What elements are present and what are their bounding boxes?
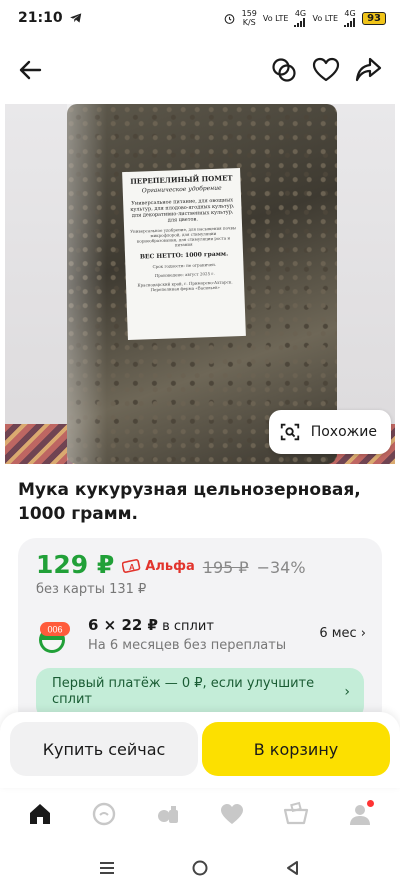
label-subtitle: Органическое удобрение	[141, 184, 222, 195]
status-bar: 21:10 159 K/S Vo LTE 4G Vo LTE 4G 93	[0, 0, 400, 36]
battery-indicator: 93	[362, 11, 386, 25]
notification-dot	[365, 798, 376, 809]
svg-text:A: A	[129, 563, 135, 572]
alarm-icon	[224, 13, 234, 24]
alfa-card-icon: A	[122, 559, 141, 573]
split-row[interactable]: 006 6 × 22 ₽ в сплит На 6 месяцев без пе…	[36, 616, 366, 662]
product-title: Мука кукурузная цельнозерновая, 1000 гра…	[18, 480, 361, 524]
action-bar: Купить сейчас В корзину	[0, 712, 400, 788]
signal-icon	[294, 18, 306, 27]
cart-icon	[283, 801, 309, 825]
arrow-left-icon[interactable]	[14, 54, 46, 86]
alfa-label: Альфа	[145, 558, 195, 574]
split-suffix: в сплит	[157, 619, 214, 634]
similar-label: Похожие	[310, 424, 377, 440]
status-time: 21:10	[18, 10, 63, 26]
tab-alice[interactable]	[84, 794, 124, 834]
sim2-label: Vo LTE	[312, 13, 339, 23]
buy-now-button[interactable]: Купить сейчас	[10, 722, 198, 776]
price-row: 129 ₽ A Альфа 195 ₽ −34%	[36, 550, 306, 579]
catalog-icon	[158, 806, 178, 823]
label-small-text: Универсальное удобрение, для насыщения п…	[130, 225, 237, 248]
heart-icon[interactable]	[310, 54, 342, 86]
add-to-cart-button[interactable]: В корзину	[202, 722, 390, 776]
chevron-right-icon: ›	[344, 684, 350, 700]
current-price: 129 ₽	[36, 550, 115, 579]
top-bar	[0, 46, 400, 94]
discount-badge: −34%	[256, 558, 306, 577]
split-title: 6 × 22 ₽ в сплит	[88, 616, 214, 634]
sim1-signal: 4G	[294, 9, 306, 27]
alfa-badge[interactable]: A Альфа	[122, 558, 195, 574]
label-storage: Срок годности: не ограничен.	[152, 261, 217, 270]
price-without-card: без карты 131 ₽	[36, 582, 147, 597]
tab-home[interactable]	[20, 794, 60, 834]
label-body: Универсальное питание, для овощных культ…	[130, 197, 235, 224]
net-speed: 159 K/S	[241, 9, 257, 27]
tab-cart[interactable]	[276, 794, 316, 834]
back-triangle-icon[interactable]	[284, 859, 302, 877]
similar-button[interactable]: Похожие	[268, 410, 391, 454]
telegram-icon	[69, 13, 81, 23]
signal-icon	[344, 18, 356, 27]
label-net-weight: ВЕС НЕТТО: 1000 грамм.	[139, 250, 229, 261]
label-address: Краснодарский край, г. Приморско-Ахтарск…	[137, 279, 233, 293]
tab-catalog[interactable]	[148, 794, 188, 834]
favorites-icon	[221, 804, 243, 824]
label-produced: Произведено: август 2025 г.	[154, 270, 215, 279]
sim1-label: Vo LTE	[262, 13, 289, 23]
tab-profile[interactable]	[340, 794, 380, 834]
share-icon[interactable]	[352, 54, 384, 86]
compare-icon[interactable]	[268, 54, 300, 86]
bag-shine	[67, 104, 107, 464]
bottom-tab-bar	[0, 788, 400, 840]
banner-text: Первый платёж — 0 ₽, если улучшите сплит	[52, 676, 315, 707]
system-nav-bar	[0, 846, 400, 889]
split-months-selector[interactable]: 6 мес ›	[319, 626, 366, 641]
tab-favorites[interactable]	[212, 794, 252, 834]
home-icon	[30, 804, 50, 824]
product-label: ПЕРЕПЕЛИНЫЙ ПОМЕТ Органическое удобрение…	[122, 167, 246, 341]
recent-apps-icon[interactable]	[98, 859, 116, 877]
alice-icon	[92, 802, 116, 826]
split-subtitle: На 6 месяцев без переплаты	[88, 638, 287, 653]
split-badge-text: 006	[47, 625, 62, 635]
home-circle-icon[interactable]	[191, 859, 209, 877]
old-price: 195 ₽	[202, 558, 249, 577]
price-card: 129 ₽ A Альфа 195 ₽ −34% без карты 131 ₽…	[18, 538, 382, 728]
image-search-icon	[280, 423, 299, 441]
split-amount: 6 × 22 ₽	[88, 616, 158, 634]
split-icon: 006	[39, 622, 70, 653]
sim2-signal: 4G	[344, 9, 356, 27]
